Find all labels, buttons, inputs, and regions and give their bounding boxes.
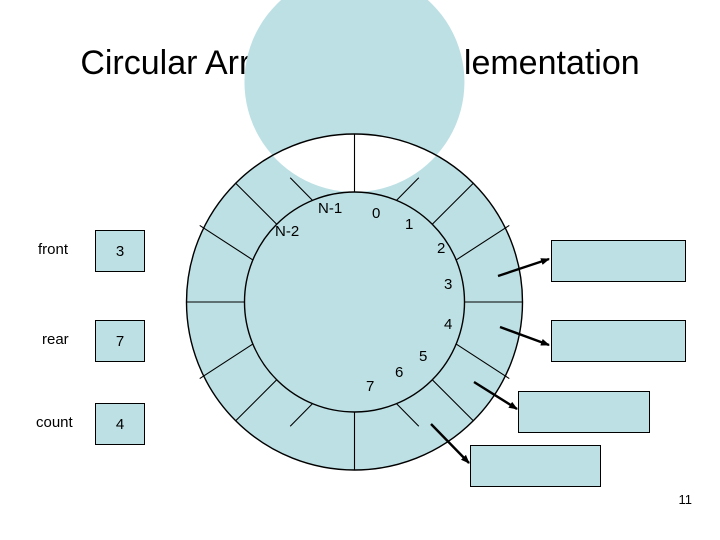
ring-index-label-3: 3 xyxy=(444,276,453,293)
ring-index-label-5: 5 xyxy=(419,348,428,365)
page-number: 11 xyxy=(678,492,693,507)
ring-index-label-n-minus-1: N-1 xyxy=(318,200,343,217)
ring-index-label-n-minus-2: N-2 xyxy=(275,223,300,240)
ring-index-label-6: 6 xyxy=(395,364,404,381)
ring-index-label-1: 1 xyxy=(405,216,414,233)
ring-index-label-4: 4 xyxy=(444,316,453,333)
callout-box-2[interactable] xyxy=(551,320,686,362)
ring-index-label-0: 0 xyxy=(372,205,381,222)
ring-index-label-2: 2 xyxy=(437,240,446,257)
callout-box-3[interactable] xyxy=(518,391,650,433)
ring-annulus-fill xyxy=(186,0,523,470)
slide-canvas: Circular Array Queue Implementation fron… xyxy=(0,0,720,540)
callout-box-4[interactable] xyxy=(470,445,601,487)
callout-box-1[interactable] xyxy=(551,240,686,282)
ring-segments xyxy=(185,0,524,471)
ring-index-label-7: 7 xyxy=(366,378,375,395)
